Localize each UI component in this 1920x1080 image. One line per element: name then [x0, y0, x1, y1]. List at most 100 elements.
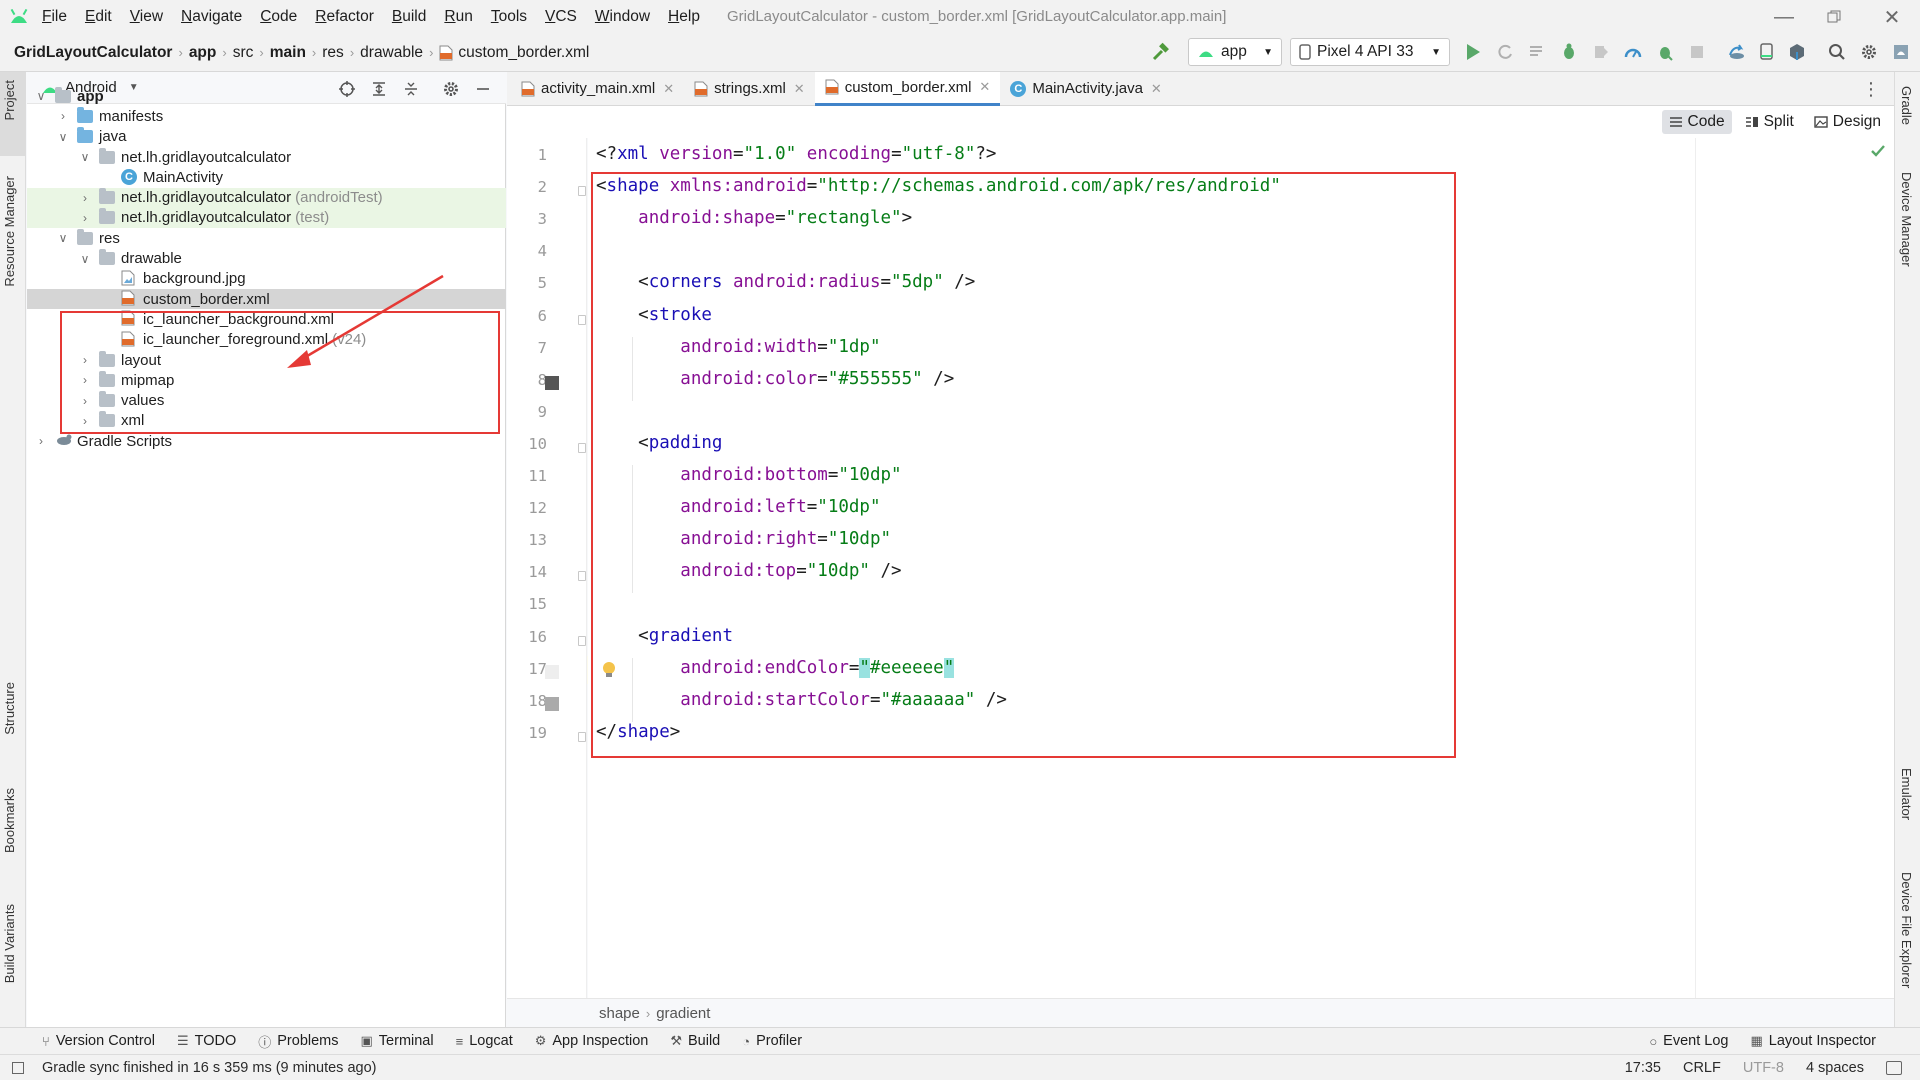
status-message[interactable]: Gradle sync finished in 16 s 359 ms (9 m…: [42, 1060, 376, 1076]
settings-gear-icon[interactable]: [1856, 39, 1882, 65]
fold-marker-icon[interactable]: [578, 635, 586, 646]
editor-tab-custom-border-xml[interactable]: custom_border.xml ✕: [814, 71, 1001, 106]
split-view-button[interactable]: Split: [1738, 110, 1801, 134]
tool-tab-structure[interactable]: Structure: [2, 682, 17, 735]
menu-navigate[interactable]: Navigate: [181, 8, 242, 26]
fold-end-marker-icon[interactable]: [578, 731, 586, 742]
menu-run[interactable]: Run: [444, 8, 472, 26]
design-view-button[interactable]: Design: [1807, 110, 1888, 134]
fold-marker-icon[interactable]: [578, 186, 586, 197]
menu-tools[interactable]: Tools: [491, 8, 527, 26]
right-margin-guide: [1695, 138, 1696, 998]
breadcrumb-custom-border-xml[interactable]: custom_border.xml: [458, 44, 589, 62]
sdk-manager-icon[interactable]: [1784, 39, 1810, 65]
menu-file[interactable]: File: [42, 8, 67, 26]
code-line[interactable]: <?xml version="1.0" encoding="utf-8"?>: [596, 144, 996, 164]
close-tab-icon[interactable]: ✕: [794, 81, 805, 97]
minimize-button[interactable]: —: [1772, 6, 1796, 28]
line-separator[interactable]: CRLF: [1683, 1060, 1721, 1076]
editor-tab-strings-xml[interactable]: strings.xml ✕: [684, 72, 815, 106]
tool-window-terminal[interactable]: ▣ Terminal: [361, 1033, 434, 1049]
tool-window-logcat[interactable]: ≡ Logcat: [456, 1033, 513, 1049]
device-manager-icon[interactable]: [1754, 39, 1780, 65]
memory-indicator-icon[interactable]: [1886, 1060, 1902, 1075]
color-swatch-icon[interactable]: [545, 375, 559, 390]
tool-tab-gradle[interactable]: Gradle: [1899, 86, 1914, 125]
editor-tab-mainactivity-java[interactable]: C MainActivity.java ✕: [1000, 72, 1172, 106]
menu-refactor[interactable]: Refactor: [315, 8, 374, 26]
search-icon[interactable]: [1824, 39, 1850, 65]
menu-code[interactable]: Code: [260, 8, 297, 26]
close-tab-icon[interactable]: ✕: [1151, 81, 1162, 97]
breadcrumb-drawable[interactable]: drawable: [360, 44, 423, 62]
run-icon[interactable]: [1460, 39, 1486, 65]
close-tab-icon[interactable]: ✕: [979, 79, 990, 95]
fold-marker-icon[interactable]: [578, 442, 586, 453]
menu-help[interactable]: Help: [668, 8, 700, 26]
breadcrumb-src[interactable]: src: [233, 44, 254, 62]
tool-tab-resource-manager[interactable]: Resource Manager: [2, 176, 17, 287]
logcat-icon: ≡: [455, 1033, 464, 1049]
tool-window-build[interactable]: ⚒ Build: [670, 1033, 720, 1049]
hammer-icon[interactable]: [1148, 39, 1174, 65]
coverage-icon[interactable]: [1588, 39, 1614, 65]
indent-setting[interactable]: 4 spaces: [1806, 1060, 1864, 1076]
tool-window-profiler[interactable]: ◔ Profiler: [742, 1033, 802, 1049]
tool-window-version-control[interactable]: ⑂ Version Control: [42, 1033, 155, 1049]
fold-marker-icon[interactable]: [578, 314, 586, 325]
editor-breadcrumb-gradient[interactable]: gradient: [656, 1005, 710, 1022]
stop-icon[interactable]: [1684, 39, 1710, 65]
more-options-icon[interactable]: ⋮: [1862, 79, 1880, 100]
tool-window-event-log[interactable]: ○ Event Log: [1649, 1033, 1728, 1049]
breadcrumb-separator-icon: ›: [311, 45, 317, 60]
close-tab-icon[interactable]: ✕: [663, 81, 674, 97]
line-number-gutter: 1 2 3 4 5 6 7 8 9 10 11 12 13 14 15 16 17 18 19: [507, 138, 587, 998]
code-view-button[interactable]: Code: [1661, 110, 1732, 134]
code-token-attr: encoding: [806, 144, 892, 164]
menu-vcs[interactable]: VCS: [545, 8, 577, 26]
breadcrumb-app[interactable]: app: [189, 44, 217, 62]
sync-gradle-icon[interactable]: [1724, 39, 1750, 65]
close-window-button[interactable]: ✕: [1880, 6, 1904, 29]
attach-debugger-icon[interactable]: [1652, 39, 1678, 65]
device-select[interactable]: Pixel 4 API 33 ▼: [1290, 38, 1450, 66]
menu-view[interactable]: View: [130, 8, 163, 26]
tool-window-problems[interactable]: ⓘ Problems: [258, 1032, 338, 1051]
debug-icon[interactable]: [1556, 39, 1582, 65]
menu-build[interactable]: Build: [392, 8, 426, 26]
tool-tab-build-variants[interactable]: Build Variants: [2, 904, 17, 983]
editor-tab-activity-main-xml[interactable]: activity_main.xml ✕: [511, 72, 684, 106]
editor-breadcrumb-shape[interactable]: shape: [599, 1005, 640, 1022]
tool-window-todo[interactable]: ☰ TODO: [177, 1033, 236, 1049]
fold-end-marker-icon[interactable]: [578, 571, 586, 582]
breadcrumb-res[interactable]: res: [322, 44, 344, 62]
restore-button[interactable]: [1822, 6, 1846, 28]
line-number: 19: [528, 723, 547, 742]
breadcrumb-main[interactable]: main: [270, 44, 306, 62]
tool-window-label: Version Control: [55, 1033, 155, 1049]
run-config-select[interactable]: app ▼: [1188, 38, 1282, 66]
menu-window[interactable]: Window: [595, 8, 650, 26]
tool-window-app-inspection[interactable]: ⚙ App Inspection: [535, 1033, 649, 1049]
profile-icon[interactable]: [1620, 39, 1646, 65]
xml-file-icon: [521, 81, 535, 97]
tool-tab-device-file-explorer[interactable]: Device File Explorer: [1899, 872, 1914, 988]
breadcrumb-gridlayoutcalculator[interactable]: GridLayoutCalculator: [14, 44, 172, 62]
color-swatch-icon[interactable]: [545, 664, 559, 679]
tool-tab-device-manager[interactable]: Device Manager: [1899, 172, 1914, 267]
menu-edit[interactable]: Edit: [85, 8, 112, 26]
apply-code-changes-icon[interactable]: [1524, 39, 1550, 65]
tool-tab-bookmarks[interactable]: Bookmarks: [2, 788, 17, 853]
android-assistant-icon[interactable]: [1888, 39, 1914, 65]
tool-window-layout-inspector[interactable]: ▦ Layout Inspector: [1750, 1033, 1876, 1049]
apply-changes-icon[interactable]: [1492, 39, 1518, 65]
color-swatch-icon[interactable]: [545, 696, 559, 711]
line-number: 6: [537, 306, 547, 325]
file-encoding[interactable]: UTF-8: [1743, 1060, 1784, 1076]
todo-icon: ☰: [176, 1033, 189, 1048]
tool-tab-project[interactable]: Project: [2, 80, 17, 120]
status-panel-toggle-icon[interactable]: [12, 1061, 24, 1074]
line-number: 18: [528, 691, 547, 710]
tool-tab-emulator[interactable]: Emulator: [1899, 768, 1914, 820]
caret-position[interactable]: 17:35: [1625, 1060, 1661, 1076]
